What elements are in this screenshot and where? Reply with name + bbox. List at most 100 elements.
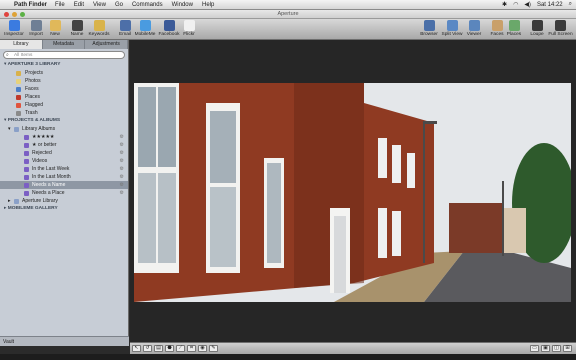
sidebar-item-album[interactable]: Needs a Place ⚙ — [0, 189, 128, 197]
name-button[interactable]: Name — [66, 20, 88, 39]
sidebar-item-faces[interactable]: Faces — [0, 85, 128, 93]
primary-only-icon[interactable]: ▣ — [541, 345, 550, 352]
menu-help[interactable]: Help — [202, 2, 214, 8]
email-button[interactable]: Email — [114, 20, 136, 39]
menu-edit[interactable]: Edit — [74, 2, 84, 8]
sidebar-item-trash[interactable]: Trash — [0, 109, 128, 117]
lift-stamp-icon[interactable]: ⬣ — [165, 345, 174, 352]
viewer-button[interactable]: Viewer — [463, 20, 485, 39]
full-screen-icon — [555, 20, 566, 31]
album-settings-icon[interactable]: ⚙ — [120, 165, 124, 173]
folder-icon — [14, 198, 19, 204]
menu-window[interactable]: Window — [172, 2, 193, 8]
album-settings-icon[interactable]: ⚙ — [120, 141, 124, 149]
smart-album-icon — [24, 134, 29, 140]
bluetooth-icon[interactable]: ✱ — [502, 1, 507, 8]
split-view-button[interactable]: Split View — [441, 20, 463, 39]
album-settings-icon[interactable]: ⚙ — [120, 181, 124, 189]
zoom-window-button[interactable] — [20, 12, 25, 17]
sidebar-item-album[interactable]: In the Last Month ⚙ — [0, 173, 128, 181]
faces-icon — [16, 86, 21, 92]
tab-metadata[interactable]: Metadata — [43, 40, 86, 49]
sidebar-item-label: Needs a Place — [32, 190, 65, 196]
person-icon — [71, 20, 83, 31]
redeye-icon[interactable]: ◉ — [198, 345, 207, 352]
facebook-icon — [163, 20, 175, 31]
full-screen-button[interactable]: Full Screen — [547, 20, 574, 39]
projects-section-header[interactable]: ▾ PROJECTS & ALBUMS — [0, 117, 128, 125]
sidebar-item-album[interactable]: In the Last Week ⚙ — [0, 165, 128, 173]
sidebar-item-places[interactable]: Places — [0, 93, 128, 101]
sidebar-item-label: ★ or better — [32, 142, 57, 148]
close-window-button[interactable] — [4, 12, 9, 17]
sidebar-item-flagged[interactable]: Flagged — [0, 101, 128, 109]
full-view-icon[interactable]: ⊞ — [563, 345, 572, 352]
facebook-label: Facebook — [158, 32, 180, 37]
sidebar-item-library-albums[interactable]: ▾ Library Albums — [0, 125, 128, 133]
menu-view[interactable]: View — [93, 2, 106, 8]
disclosure-triangle-icon[interactable]: ▾ — [8, 125, 11, 133]
menu-go[interactable]: Go — [115, 2, 123, 8]
volume-icon[interactable]: ◀) — [524, 1, 531, 8]
inspector-button[interactable]: Inspector — [3, 20, 25, 39]
photo-viewer[interactable] — [130, 40, 576, 346]
album-settings-icon[interactable]: ⚙ — [120, 149, 124, 157]
sidebar-item-photos[interactable]: Photos — [0, 77, 128, 85]
smart-album-icon — [24, 190, 29, 196]
search-placeholder: All Items — [14, 53, 33, 58]
places-button[interactable]: Places — [503, 20, 525, 39]
album-settings-icon[interactable]: ⚙ — [120, 189, 124, 197]
flickr-button[interactable]: Flickr — [178, 20, 200, 39]
name-label: Name — [70, 32, 84, 37]
select-tool-icon[interactable]: ↖ — [132, 345, 141, 352]
main-photo[interactable] — [134, 83, 571, 302]
sidebar-item-album[interactable]: Rejected ⚙ — [0, 149, 128, 157]
inspector-label: Inspector — [4, 32, 24, 37]
sidebar-item-projects[interactable]: Projects — [0, 69, 128, 77]
sidebar-item-label: ★★★★★ — [32, 134, 55, 140]
spotlight-icon[interactable]: ⌕ — [569, 1, 572, 8]
stack-icon[interactable]: ▤ — [154, 345, 163, 352]
album-settings-icon[interactable]: ⚙ — [120, 157, 124, 165]
mobileme-label: MobileMe — [134, 32, 156, 37]
sidebar-item-album[interactable]: Needs a Name ⚙ — [0, 181, 128, 189]
library-search-input[interactable]: ⌕ All Items — [3, 51, 125, 59]
straighten-icon[interactable]: ⟋ — [176, 345, 185, 352]
sidebar-item-label: Faces — [25, 86, 39, 92]
facebook-button[interactable]: Facebook — [158, 20, 180, 39]
menu-app-name[interactable]: Path Finder — [14, 2, 47, 8]
loupe-button[interactable]: Loupe — [526, 20, 548, 39]
viewer-icon — [468, 20, 480, 31]
smart-album-icon — [24, 166, 29, 172]
smart-album-icon — [24, 150, 29, 156]
sidebar-item-album[interactable]: ★★★★★ ⚙ — [0, 133, 128, 141]
menu-file[interactable]: File — [55, 2, 65, 8]
menu-commands[interactable]: Commands — [132, 2, 163, 8]
album-settings-icon[interactable]: ⚙ — [120, 133, 124, 141]
vault-label: Vault — [3, 339, 15, 345]
library-section-header[interactable]: ▾ APERTURE 3 LIBRARY — [0, 61, 128, 69]
fit-icon[interactable]: ◫ — [552, 345, 561, 352]
tab-adjustments[interactable]: Adjustments — [85, 40, 129, 49]
menubar-clock[interactable]: Sat 14:22 — [537, 2, 563, 8]
keywords-button[interactable]: Keywords — [88, 20, 110, 39]
new-button[interactable]: New — [44, 20, 66, 39]
rotate-left-icon[interactable]: ↺ — [143, 345, 152, 352]
mobileme-button[interactable]: MobileMe — [134, 20, 156, 39]
browser-button[interactable]: Browser — [418, 20, 440, 39]
sidebar-item-aperture-library[interactable]: ▸ Aperture Library — [0, 197, 128, 205]
tab-library[interactable]: Library — [0, 40, 43, 49]
email-label: Email — [119, 32, 131, 37]
flag-icon — [16, 102, 21, 108]
compare-icon[interactable]: ▭ — [530, 345, 539, 352]
sidebar-item-album[interactable]: Videos ⚙ — [0, 157, 128, 165]
wifi-icon[interactable]: ◠ — [513, 1, 518, 8]
import-icon — [30, 20, 42, 31]
sidebar-item-album[interactable]: ★ or better ⚙ — [0, 141, 128, 149]
crop-icon[interactable]: ⌗ — [187, 345, 196, 352]
disclosure-triangle-icon[interactable]: ▸ — [8, 197, 11, 205]
brush-icon[interactable]: ✎ — [209, 345, 218, 352]
album-settings-icon[interactable]: ⚙ — [120, 173, 124, 181]
minimize-window-button[interactable] — [12, 12, 17, 17]
mobileme-section-header[interactable]: ▸ MOBILEME GALLERY — [0, 205, 128, 213]
